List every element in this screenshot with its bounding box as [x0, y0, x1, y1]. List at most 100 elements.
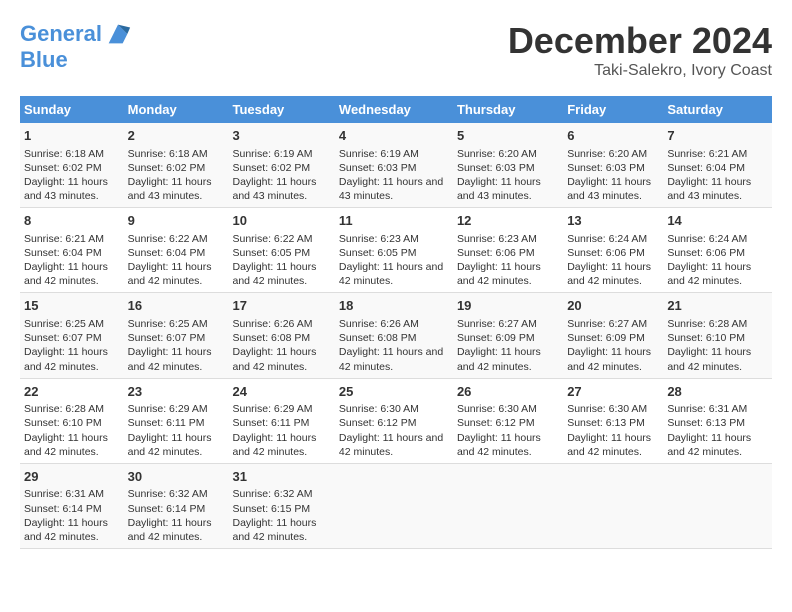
- calendar-cell: 16Sunrise: 6:25 AMSunset: 6:07 PMDayligh…: [124, 293, 229, 378]
- sunset-text: Sunset: 6:03 PM: [339, 162, 417, 174]
- calendar-cell: 7Sunrise: 6:21 AMSunset: 6:04 PMDaylight…: [663, 123, 772, 208]
- sunset-text: Sunset: 6:12 PM: [457, 417, 535, 429]
- daylight-text: Daylight: 11 hours and 42 minutes.: [339, 261, 443, 287]
- sunset-text: Sunset: 6:09 PM: [567, 332, 645, 344]
- calendar-week-row: 29 Sunrise: 6:31 AM Sunset: 6:14 PM Dayligh…: [20, 463, 772, 548]
- sunrise-text: Sunrise: 6:28 AM: [667, 318, 747, 330]
- day-number: 15: [24, 297, 120, 315]
- sunset-text: Sunset: 6:04 PM: [24, 247, 102, 259]
- sunrise-text: Sunrise: 6:29 AM: [233, 403, 313, 415]
- day-number: 3: [233, 127, 331, 145]
- sunset-text: Sunset: 6:03 PM: [567, 162, 645, 174]
- calendar-cell: 9Sunrise: 6:22 AMSunset: 6:04 PMDaylight…: [124, 208, 229, 293]
- calendar-cell: 26Sunrise: 6:30 AMSunset: 6:12 PMDayligh…: [453, 378, 563, 463]
- calendar-cell: 12Sunrise: 6:23 AMSunset: 6:06 PMDayligh…: [453, 208, 563, 293]
- day-number: 19: [457, 297, 559, 315]
- day-number: 22: [24, 383, 120, 401]
- day-number: 13: [567, 212, 659, 230]
- calendar-cell: 27Sunrise: 6:30 AMSunset: 6:13 PMDayligh…: [563, 378, 663, 463]
- daylight-text: Daylight: 11 hours and 42 minutes.: [233, 346, 317, 372]
- calendar-cell: 8Sunrise: 6:21 AMSunset: 6:04 PMDaylight…: [20, 208, 124, 293]
- sunrise-text: Sunrise: 6:18 AM: [24, 148, 104, 160]
- day-number: 30: [128, 468, 225, 486]
- daylight-text: Daylight: 11 hours and 42 minutes.: [667, 261, 751, 287]
- calendar-header-wednesday: Wednesday: [335, 96, 453, 123]
- sunset-text: Sunset: 6:06 PM: [567, 247, 645, 259]
- calendar-cell: 14Sunrise: 6:24 AMSunset: 6:06 PMDayligh…: [663, 208, 772, 293]
- sunrise-text: Sunrise: 6:29 AM: [128, 403, 208, 415]
- sunset-text: Sunset: 6:15 PM: [233, 503, 311, 515]
- calendar-header-tuesday: Tuesday: [229, 96, 335, 123]
- sunset-text: Sunset: 6:14 PM: [128, 503, 206, 515]
- day-number: 31: [233, 468, 331, 486]
- sunrise-text: Sunrise: 6:28 AM: [24, 403, 104, 415]
- calendar-header-monday: Monday: [124, 96, 229, 123]
- sunrise-text: Sunrise: 6:32 AM: [233, 488, 313, 500]
- sunrise-text: Sunrise: 6:22 AM: [233, 233, 313, 245]
- day-number: 16: [128, 297, 225, 315]
- day-number: 11: [339, 212, 449, 230]
- day-number: 24: [233, 383, 331, 401]
- daylight-text: Daylight: 11 hours and 42 minutes.: [567, 432, 651, 458]
- sunrise-text: Sunrise: 6:19 AM: [233, 148, 313, 160]
- sunrise-text: Sunrise: 6:30 AM: [339, 403, 419, 415]
- sunset-text: Sunset: 6:05 PM: [233, 247, 311, 259]
- calendar-week-row: 22Sunrise: 6:28 AMSunset: 6:10 PMDayligh…: [20, 378, 772, 463]
- sunrise-text: Sunrise: 6:31 AM: [24, 488, 104, 500]
- day-number: 29: [24, 468, 120, 486]
- daylight-text: Daylight: 11 hours and 42 minutes.: [567, 261, 651, 287]
- sunrise-text: Sunrise: 6:20 AM: [457, 148, 537, 160]
- daylight-text: Daylight: 11 hours and 43 minutes.: [567, 176, 651, 202]
- calendar-header-saturday: Saturday: [663, 96, 772, 123]
- day-number: 17: [233, 297, 331, 315]
- sunrise-text: Sunrise: 6:18 AM: [128, 148, 208, 160]
- daylight-text: Daylight: 11 hours and 43 minutes.: [233, 176, 317, 202]
- calendar-cell: [663, 463, 772, 548]
- title-section: December 2024 Taki-Salekro, Ivory Coast: [508, 20, 772, 80]
- daylight-text: Daylight: 11 hours and 42 minutes.: [128, 261, 212, 287]
- calendar-header-friday: Friday: [563, 96, 663, 123]
- day-number: 2: [128, 127, 225, 145]
- calendar-cell: 21 Sunrise: 6:28 AM Sunset: 6:10 PM Dayligh…: [663, 293, 772, 378]
- calendar-cell: 5Sunrise: 6:20 AMSunset: 6:03 PMDaylight…: [453, 123, 563, 208]
- logo-text: General: [20, 22, 102, 46]
- calendar-week-row: 15 Sunrise: 6:25 AM Sunset: 6:07 PM Dayligh…: [20, 293, 772, 378]
- main-title: December 2024: [508, 20, 772, 62]
- calendar-cell: [563, 463, 663, 548]
- sunset-text: Sunset: 6:08 PM: [339, 332, 417, 344]
- daylight-text: Daylight: 11 hours and 42 minutes.: [233, 517, 317, 543]
- sunset-text: Sunset: 6:13 PM: [567, 417, 645, 429]
- daylight-text: Daylight: 11 hours and 43 minutes.: [339, 176, 443, 202]
- sunset-text: Sunset: 6:04 PM: [128, 247, 206, 259]
- day-number: 8: [24, 212, 120, 230]
- daylight-text: Daylight: 11 hours and 43 minutes.: [24, 176, 108, 202]
- sunset-text: Sunset: 6:07 PM: [24, 332, 102, 344]
- day-number: 25: [339, 383, 449, 401]
- sunrise-text: Sunrise: 6:31 AM: [667, 403, 747, 415]
- sunrise-text: Sunrise: 6:30 AM: [457, 403, 537, 415]
- daylight-text: Daylight: 11 hours and 42 minutes.: [128, 346, 212, 372]
- calendar-cell: 3Sunrise: 6:19 AMSunset: 6:02 PMDaylight…: [229, 123, 335, 208]
- sunrise-text: Sunrise: 6:26 AM: [339, 318, 419, 330]
- daylight-text: Daylight: 11 hours and 42 minutes.: [667, 346, 751, 372]
- daylight-text: Daylight: 11 hours and 42 minutes.: [24, 432, 108, 458]
- day-number: 1: [24, 127, 120, 145]
- sunrise-text: Sunrise: 6:22 AM: [128, 233, 208, 245]
- sunset-text: Sunset: 6:05 PM: [339, 247, 417, 259]
- calendar-cell: 19Sunrise: 6:27 AMSunset: 6:09 PMDayligh…: [453, 293, 563, 378]
- daylight-text: Daylight: 11 hours and 42 minutes.: [567, 346, 651, 372]
- daylight-text: Daylight: 11 hours and 42 minutes.: [233, 432, 317, 458]
- daylight-text: Daylight: 11 hours and 42 minutes.: [24, 517, 108, 543]
- calendar-cell: 15Sunrise: 6:25 AMSunset: 6:07 PMDayligh…: [20, 293, 124, 378]
- sunrise-text: Sunrise: 6:20 AM: [567, 148, 647, 160]
- sunrise-text: Sunrise: 6:25 AM: [128, 318, 208, 330]
- sunset-text: Sunset: 6:10 PM: [667, 332, 745, 344]
- sunrise-text: Sunrise: 6:19 AM: [339, 148, 419, 160]
- sunrise-text: Sunrise: 6:32 AM: [128, 488, 208, 500]
- sunrise-text: Sunrise: 6:25 AM: [24, 318, 104, 330]
- day-number: 6: [567, 127, 659, 145]
- calendar-cell: 31 Sunrise: 6:32 AM Sunset: 6:15 PM Dayligh…: [229, 463, 335, 548]
- day-number: 12: [457, 212, 559, 230]
- calendar-cell: [335, 463, 453, 548]
- day-number: 21: [667, 297, 768, 315]
